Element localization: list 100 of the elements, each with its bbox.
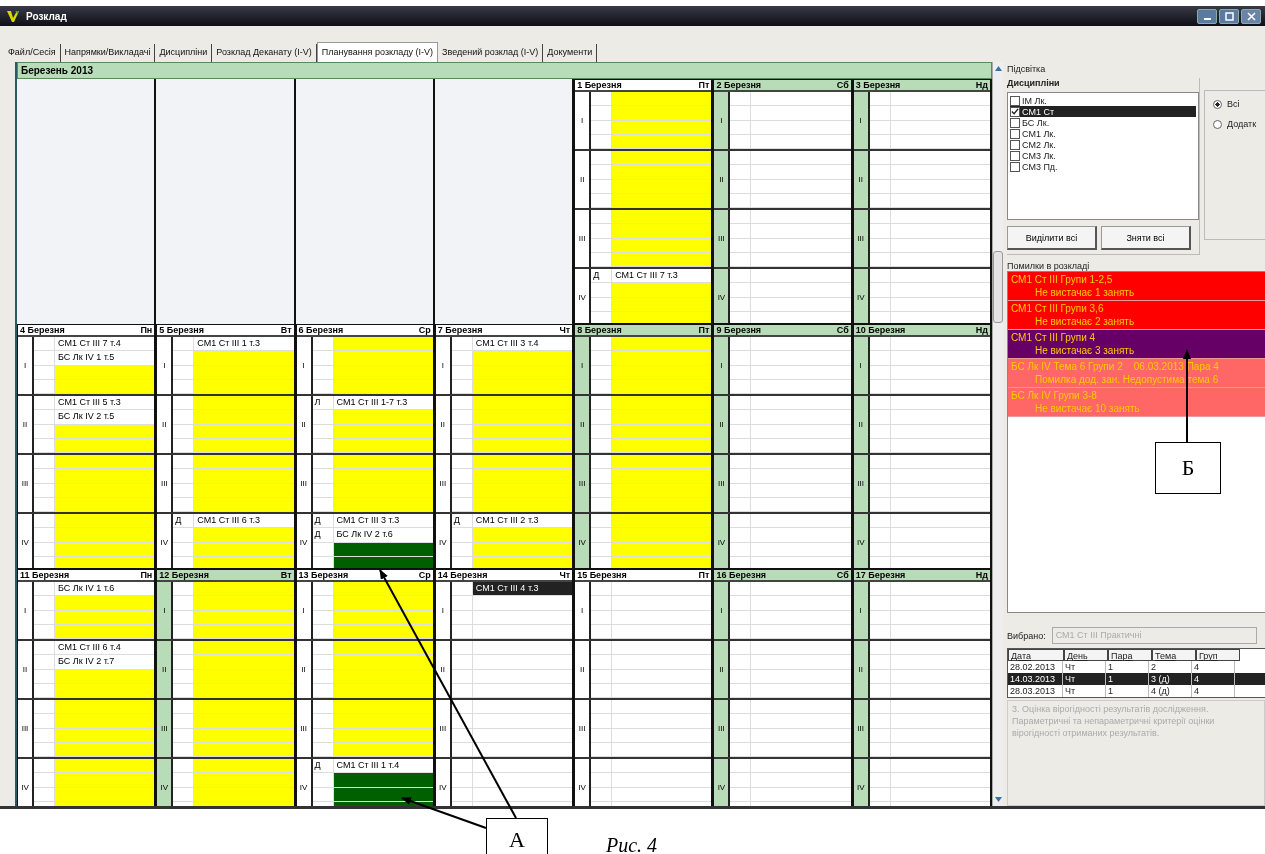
weekday: Пт [698,325,710,335]
column-header[interactable]: День [1064,649,1108,661]
errors-title: Помилки в розкладі [1007,261,1091,271]
chosen-field: СМ1 Ст III Практичні [1051,627,1257,644]
pair-number: II [579,175,585,184]
pair-number: II [579,420,585,429]
chosen-label: Вибрано: [1007,630,1046,641]
pair-number: I [581,361,584,370]
discipline-item[interactable]: СМ3 Пд. [1010,161,1196,172]
weekday: Нд [975,325,988,335]
day-date: 9 Березня [716,325,762,335]
pair-number: III [718,724,725,733]
pair-number: I [720,116,723,125]
discipline-item[interactable]: ІМ Лк. [1010,95,1196,106]
pair-number: I [859,361,862,370]
pair-number: II [22,665,28,674]
column-header[interactable]: Груп [1196,649,1240,661]
pair-number: III [718,479,725,488]
table-row[interactable]: 28.03.2013 Чт 1 4 (д) 4 [1008,685,1265,697]
discipline-item[interactable]: СМ1 Лк. [1010,128,1196,139]
tab[interactable]: Планування розкладу (I-V) [316,42,439,62]
pair-number: III [439,479,447,488]
weekday: Пт [698,570,710,580]
day-date: 5 Березня [159,325,204,335]
close-icon [1246,11,1256,21]
weekday: Ср [418,570,431,580]
lesson-type: Д [314,760,321,770]
pair-number: IV [299,783,308,792]
day-date: 12 Березня [159,570,209,580]
weekday: Пн [140,325,153,335]
pair-number: I [859,116,862,125]
pair-number: II [579,665,585,674]
pair-number: III [718,234,725,243]
checkbox[interactable] [1010,128,1020,139]
discipline-item[interactable]: СМ3 Лк. [1010,150,1196,161]
weekday: Нд [975,80,988,90]
day-date: 13 Березня [298,570,349,580]
pair-number: IV [578,293,586,302]
lesson-type: Д [314,529,321,540]
weekday: Сб [836,570,849,580]
day-date: 10 Березня [855,325,906,335]
pair-number: I [163,361,166,370]
radio-option[interactable]: Всі [1213,99,1265,109]
checkbox[interactable] [1010,161,1020,172]
maximize-icon [1224,11,1234,21]
day-date: 3 Березня [855,80,901,90]
window-title: Розклад [26,10,67,22]
table-row[interactable]: 14.03.2013 Чт 1 3 (д) 4 [1008,673,1265,685]
panel-button[interactable]: Зняти всі [1101,226,1191,250]
pair-number: IV [578,538,586,547]
checkbox[interactable] [1010,150,1020,161]
day-date: 15 Березня [577,570,627,580]
weekday: Нд [975,570,988,580]
discipline-item[interactable]: СМ1 Ст [1010,106,1196,117]
pair-number: I [720,361,723,370]
error-item[interactable]: СМ1 Ст III Групи 4 Не вистачає 3 занять [1008,330,1265,359]
maximize-button[interactable] [1219,8,1239,24]
scroll-up-icon[interactable] [994,66,1002,71]
checkbox[interactable] [1010,95,1020,106]
pair-number: II [301,420,306,429]
panel-button[interactable]: Виділити всі [1007,226,1097,250]
checkbox[interactable] [1010,139,1020,150]
weekday: Чт [559,570,571,580]
pair-number: I [23,361,27,370]
pair-number: IV [299,538,308,547]
pair-number: IV [21,783,29,792]
pair-number: IV [439,538,447,547]
pair-number: I [720,606,723,615]
pair-number: II [440,420,446,429]
weekday: Ср [418,325,431,335]
day-date: 17 Березня [855,570,906,580]
minimize-icon [1203,18,1211,20]
pair-number: III [439,724,447,733]
lesson-type: Л [314,397,321,407]
pair-number: III [578,479,586,488]
lesson-type: Д [593,270,600,280]
pair-number: II [858,420,863,429]
pair-number: III [21,479,29,488]
discipline-item[interactable]: СМ2 Лк. [1010,139,1196,150]
weekday: Вт [280,325,292,335]
pair-number: IV [578,783,586,792]
close-button[interactable] [1241,8,1261,24]
pair-number: II [162,420,167,429]
minimize-button[interactable] [1197,8,1217,24]
column-header[interactable]: Дата [1008,649,1064,661]
pair-number: IV [160,538,169,547]
column-header[interactable]: Тема [1152,649,1196,661]
column-header[interactable]: Пара [1108,649,1152,661]
discipline-item[interactable]: БС Лк. [1010,117,1196,128]
pair-number: III [857,234,865,243]
scroll-down-icon[interactable] [994,797,1002,802]
checkbox[interactable] [1010,117,1020,128]
section-title: Підсвітка [1007,64,1047,74]
lesson-entry[interactable]: СМ1 Ст III 4 т.3 [472,582,573,596]
pair-number: IV [160,783,169,792]
splitter-handle[interactable] [993,251,1003,323]
checkbox[interactable] [1010,106,1020,117]
pair-number: III [160,479,168,488]
pair-number: II [719,175,724,184]
radio-option[interactable]: Додатк [1213,119,1265,129]
